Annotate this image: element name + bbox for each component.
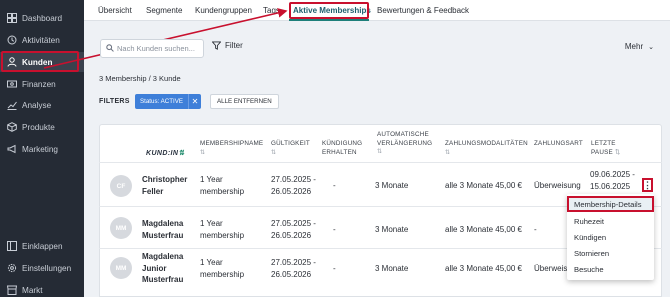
sidebar-item-label: Markt	[22, 285, 43, 295]
col-zahlungsmodalitaeten[interactable]: ZAHLUNGSMODALITÄTEN ⇅	[445, 140, 528, 157]
membership-name: 1 Year membership	[200, 219, 245, 240]
chart-icon	[7, 100, 17, 110]
sidebar-item-label: Analyse	[22, 100, 52, 110]
validity: 27.05.2025 -26.05.2026	[271, 219, 316, 240]
megaphone-icon	[7, 144, 17, 154]
status-filter-chip[interactable]: Status: ACTIVE ✕	[135, 94, 201, 109]
more-actions-button[interactable]: ⋮	[642, 178, 653, 192]
tab-bewertungen[interactable]: Bewertungen & Feedback	[377, 0, 469, 21]
sort-icon: ⇅	[377, 149, 383, 155]
col-zahlungsart[interactable]: ZAHLUNGSART	[534, 140, 583, 149]
sort-icon: ⇅	[200, 149, 206, 156]
sidebar-item-label: Produkte	[22, 122, 55, 132]
sidebar-item-label: Marketing	[22, 144, 58, 154]
sidebar-item-dashboard[interactable]: Dashboard	[0, 8, 84, 28]
payment-terms: alle 3 Monate 45,00 €	[445, 264, 522, 273]
close-icon[interactable]: ✕	[188, 94, 201, 109]
tab-bar: Übersicht Segmente Kundengruppen Tags Ak…	[84, 0, 670, 21]
filters-label: FILTERS	[99, 98, 130, 105]
membership-name: 1 Year membership	[200, 175, 245, 196]
active-tab-indicator	[289, 19, 369, 21]
menu-item-membership-details[interactable]: Membership-Details	[567, 196, 654, 212]
sidebar-item-finanzen[interactable]: Finanzen	[0, 74, 84, 94]
store-icon	[7, 285, 17, 295]
sidebar-item-label: Finanzen	[22, 79, 56, 89]
more-dropdown[interactable]: Mehr ⌄	[625, 42, 654, 51]
payment-terms: alle 3 Monate 45,00 €	[445, 225, 522, 234]
validity: 27.05.2025 -26.05.2026	[271, 175, 316, 196]
dashboard-icon	[7, 13, 17, 23]
activity-icon	[7, 35, 17, 45]
tab-uebersicht[interactable]: Übersicht	[98, 0, 132, 21]
renewal: 3 Monate	[375, 181, 409, 190]
col-letzte-pause[interactable]: LETZTE PAUSE ⇅	[591, 140, 620, 157]
search-input[interactable]	[117, 44, 207, 53]
sidebar-item-einklappen[interactable]: Einklappen	[0, 236, 84, 256]
sidebar-item-marketing[interactable]: Marketing	[0, 139, 84, 159]
sidebar-item-produkte[interactable]: Produkte	[0, 117, 84, 137]
highlight-box	[1, 51, 79, 72]
remove-all-button[interactable]: ALLE ENTFERNEN	[210, 94, 279, 109]
collapse-icon	[7, 241, 17, 251]
sidebar-item-label: Einklappen	[22, 241, 63, 251]
last-pause: 09.06.2025 -15.06.2025	[590, 170, 635, 191]
gear-icon	[7, 263, 17, 273]
menu-item-ruhezeit[interactable]: Ruhezeit	[567, 213, 654, 229]
filter-icon	[212, 41, 221, 50]
sidebar-item-label: Aktivitäten	[22, 35, 60, 45]
tab-tags[interactable]: Tags	[263, 0, 280, 21]
membership-name: 1 Year membership	[200, 258, 245, 279]
sidebar: Dashboard Aktivitäten Kunden Finanzen An…	[0, 0, 84, 297]
menu-item-stornieren[interactable]: Stornieren	[567, 245, 654, 261]
more-label: Mehr	[624, 42, 644, 51]
sidebar-item-aktivitaeten[interactable]: Aktivitäten	[0, 30, 84, 50]
chip-label: Status: ACTIVE	[140, 98, 183, 105]
customer-name[interactable]: Magdalena Musterfrau	[142, 218, 183, 241]
filter-label: Filter	[225, 41, 243, 50]
finance-icon	[7, 79, 17, 89]
cancellation: -	[333, 225, 336, 234]
avatar: MM	[110, 257, 132, 279]
customer-name[interactable]: Christopher Feller	[142, 174, 187, 197]
context-menu: Membership-Details Ruhezeit Kündigen Sto…	[567, 194, 654, 280]
col-membershipname[interactable]: MEMBERSHIPNAME ⇅	[200, 140, 263, 157]
menu-item-besuche[interactable]: Besuche	[567, 261, 654, 277]
search-box[interactable]	[100, 39, 207, 58]
col-verlaengerung[interactable]: AUTOMATISCHE VERLÄNGERUNG ⇅	[377, 131, 432, 157]
col-gueltigkeit[interactable]: GÜLTIGKEIT ⇅	[271, 140, 310, 157]
box-icon	[7, 122, 17, 132]
tab-segmente[interactable]: Segmente	[146, 0, 182, 21]
search-icon	[106, 43, 114, 54]
customer-name[interactable]: Magdalena Junior Musterfrau	[142, 251, 183, 286]
cancellation: -	[333, 181, 336, 190]
sidebar-item-markt[interactable]: Markt	[0, 280, 84, 297]
menu-item-kuendigen[interactable]: Kündigen	[567, 229, 654, 245]
sort-icon: ⇅	[271, 149, 277, 156]
sidebar-item-label: Dashboard	[22, 13, 63, 23]
payment-method: -	[534, 225, 537, 234]
tab-highlight-box	[289, 2, 369, 19]
avatar: MM	[110, 217, 132, 239]
chevron-down-icon: ⌄	[648, 43, 654, 51]
payment-terms: alle 3 Monate 45,00 €	[445, 181, 522, 190]
sidebar-item-einstellungen[interactable]: Einstellungen	[0, 258, 84, 278]
cancellation: -	[333, 264, 336, 273]
col-kuendigung[interactable]: KÜNDIGUNG ERHALTEN	[322, 140, 362, 157]
result-count: 3 Membership / 3 Kunde	[99, 74, 181, 83]
filter-button[interactable]: Filter	[212, 41, 243, 50]
sidebar-item-analyse[interactable]: Analyse	[0, 95, 84, 115]
validity: 27.05.2025 -26.05.2026	[271, 258, 316, 279]
logo: KUND:IN⇅	[146, 150, 185, 157]
renewal: 3 Monate	[375, 264, 409, 273]
header-divider	[99, 162, 662, 163]
avatar: CF	[110, 175, 132, 197]
sort-icon: ⇅	[445, 149, 451, 156]
tab-kundengruppen[interactable]: Kundengruppen	[195, 0, 252, 21]
sort-icon: ⇅	[614, 148, 621, 156]
payment-method: Überweisung	[534, 181, 581, 190]
renewal: 3 Monate	[375, 225, 409, 234]
sidebar-item-label: Einstellungen	[22, 263, 72, 273]
